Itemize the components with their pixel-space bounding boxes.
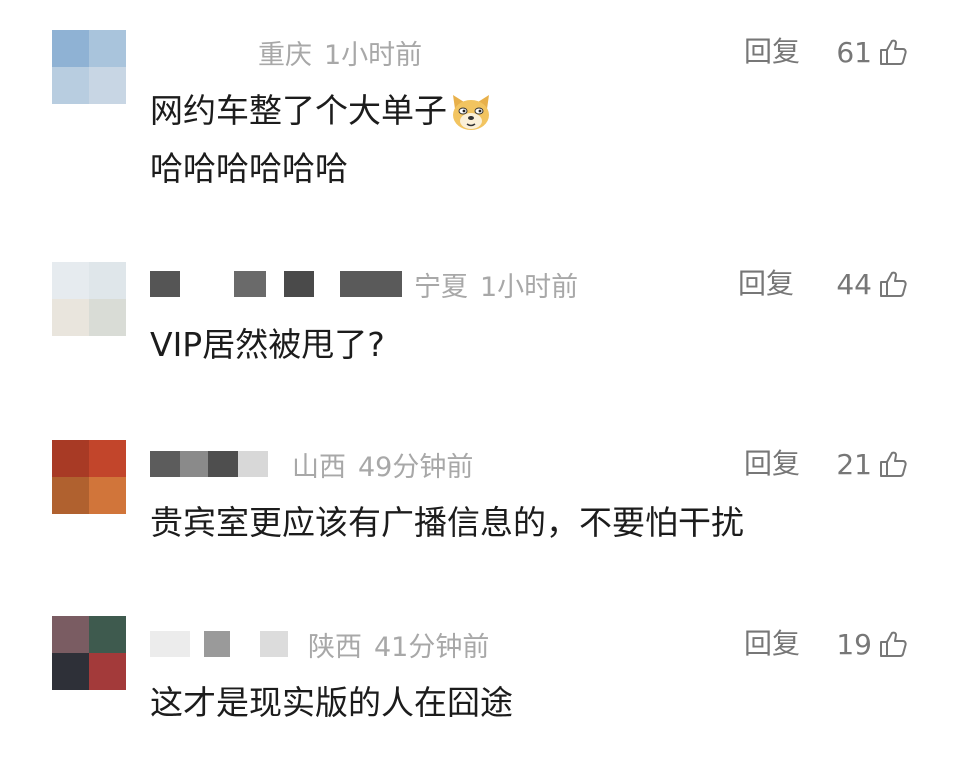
reply-button[interactable]: 回复	[744, 444, 800, 484]
comment-text: VIP居然被甩了?	[150, 316, 385, 374]
comment-meta: 陕西 41分钟前	[150, 624, 489, 664]
avatar-cell	[89, 477, 126, 514]
avatar-cell	[89, 440, 126, 477]
like-count: 44	[836, 267, 872, 301]
avatar-cell	[52, 299, 89, 336]
like-button[interactable]: 21	[836, 444, 908, 484]
avatar-cell	[52, 262, 89, 299]
comment-text: 这才是现实版的人在囧途	[150, 674, 513, 732]
avatar-cell	[89, 30, 126, 67]
comment-text: 网约车整了个大单子 哈哈哈哈哈哈	[150, 82, 493, 198]
masked-username[interactable]	[150, 271, 180, 297]
avatar-cell	[89, 299, 126, 336]
avatar-cell	[52, 616, 89, 653]
avatar-cell	[52, 653, 89, 690]
thumbs-up-icon	[880, 39, 907, 65]
masked-username	[340, 271, 402, 297]
masked-username	[204, 631, 230, 657]
masked-username	[208, 451, 238, 477]
like-count: 21	[836, 447, 872, 481]
comment-location: 重庆	[258, 39, 312, 71]
comment-location: 陕西	[308, 631, 362, 663]
thumbs-up-icon	[880, 271, 907, 297]
like-button[interactable]: 19	[836, 624, 908, 664]
comment-text-line: 贵宾室更应该有广播信息的，不要怕干扰	[150, 503, 744, 542]
like-count: 19	[836, 627, 872, 661]
comment-location: 山西	[292, 451, 346, 483]
avatar-cell	[89, 262, 126, 299]
avatar[interactable]	[52, 616, 126, 690]
avatar-cell	[52, 67, 89, 104]
masked-username	[180, 451, 208, 477]
like-button[interactable]: 61	[836, 32, 908, 72]
comment-text-line: 哈哈哈哈哈哈	[150, 149, 348, 188]
reply-button[interactable]: 回复	[744, 32, 800, 72]
avatar[interactable]	[52, 262, 126, 336]
comment-text-line: 网约车整了个大单子	[150, 91, 447, 130]
masked-username	[284, 271, 314, 297]
avatar-cell	[89, 653, 126, 690]
comment-meta: 重庆 1小时前	[150, 32, 422, 72]
thumbs-up-icon	[880, 451, 907, 477]
comment-meta: 宁夏 1小时前	[150, 264, 578, 304]
reply-button[interactable]: 回复	[744, 624, 800, 664]
like-count: 61	[836, 35, 872, 69]
reply-button[interactable]: 回复	[738, 264, 794, 304]
comment-time: 1小时前	[480, 271, 579, 303]
like-button[interactable]: 44	[836, 264, 908, 304]
avatar-cell	[52, 30, 89, 67]
avatar[interactable]	[52, 30, 126, 104]
avatar[interactable]	[52, 440, 126, 514]
comment-time: 1小时前	[324, 39, 423, 71]
thumbs-up-icon	[880, 631, 907, 657]
comment-location: 宁夏	[414, 271, 468, 303]
comment-text-line: VIP居然被甩了?	[150, 325, 385, 364]
avatar-cell	[52, 477, 89, 514]
doge-emoji-icon	[453, 94, 489, 130]
avatar-cell	[89, 67, 126, 104]
comment-text-line: 这才是现实版的人在囧途	[150, 683, 513, 722]
comment-time: 41分钟前	[374, 631, 490, 663]
masked-username	[260, 631, 288, 657]
comment-text: 贵宾室更应该有广播信息的，不要怕干扰	[150, 494, 744, 552]
masked-username[interactable]	[150, 39, 250, 65]
masked-username[interactable]	[150, 451, 180, 477]
comment-time: 49分钟前	[358, 451, 474, 483]
masked-username	[238, 451, 268, 477]
avatar-cell	[52, 440, 89, 477]
masked-username	[234, 271, 266, 297]
avatar-cell	[89, 616, 126, 653]
comment-meta: 山西 49分钟前	[150, 444, 473, 484]
masked-username[interactable]	[150, 631, 190, 657]
